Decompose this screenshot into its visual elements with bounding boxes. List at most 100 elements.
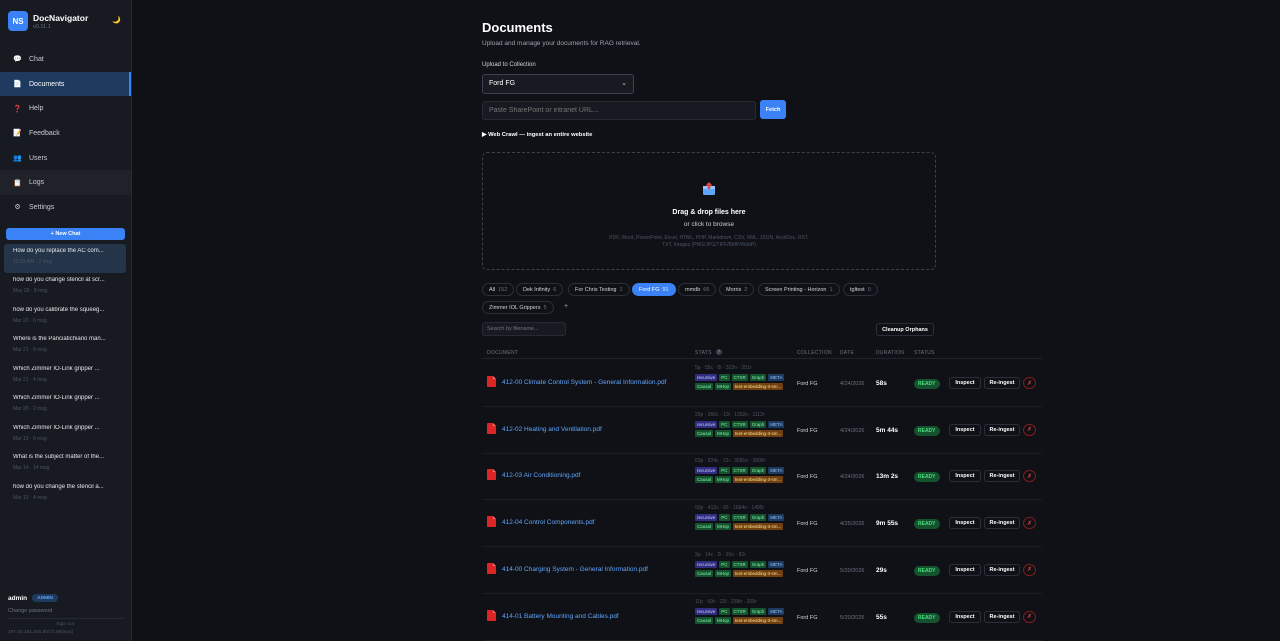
- inspect-button[interactable]: Inspect: [949, 563, 981, 576]
- filename-search-input[interactable]: [482, 322, 566, 336]
- reingest-button[interactable]: Re-ingest: [984, 423, 1020, 436]
- feature-badge: META: [768, 420, 785, 428]
- info-icon[interactable]: ?: [716, 349, 722, 355]
- feature-badge: MHop: [715, 383, 732, 390]
- document-name-link[interactable]: 414-00 Charging System - General Informa…: [502, 566, 648, 573]
- chat-history-item[interactable]: Which Zimmer IO-Link gripper ... Mar 21 ·…: [4, 362, 126, 392]
- new-chat-button[interactable]: + New Chat: [6, 227, 125, 240]
- feature-badge: PC: [719, 514, 730, 522]
- file-types-line-1: PDF, Word, PowerPoint, Excel, HTML, PHP,…: [609, 235, 809, 241]
- duration-cell: 9m 55s: [876, 520, 899, 528]
- moon-icon[interactable]: 🌙: [112, 16, 121, 24]
- reingest-button[interactable]: Re-ingest: [984, 377, 1020, 389]
- collection-select[interactable]: Ford FG ⌄: [482, 74, 634, 94]
- chat-history-item[interactable]: how do you change stencil at scr... May 2…: [4, 273, 126, 303]
- col-duration[interactable]: DURATION: [876, 350, 904, 356]
- inspect-button[interactable]: Inspect: [949, 377, 981, 389]
- chat-history-item[interactable]: What is the subject matter of the... Mar …: [4, 450, 126, 480]
- sidebar-item-label: Help: [29, 105, 44, 113]
- document-name-link[interactable]: 412-04 Control Components.pdf: [502, 519, 595, 526]
- sidebar-item-logs[interactable]: 📋 Logs: [0, 170, 131, 196]
- col-collection[interactable]: COLLECTION: [797, 350, 832, 356]
- logs-icon: 📋: [13, 179, 22, 187]
- document-stats: 63p · 824c · 21i · 3581n · 3508r recursi…: [695, 458, 785, 484]
- tab-dek-infinity[interactable]: Dek Infinity 6: [516, 283, 564, 296]
- cleanup-orphans-button[interactable]: Cleanup Orphans: [876, 323, 934, 336]
- status-badge: READY: [914, 379, 940, 389]
- chat-history-item[interactable]: how do you calibrate the squeeg... Mar 22…: [4, 303, 126, 333]
- tab-tgltest[interactable]: tgltest 0: [843, 283, 878, 296]
- feature-badge: PC: [719, 420, 730, 428]
- chat-history-item[interactable]: Where is the Panciatichiano man... Mar 21…: [4, 332, 126, 362]
- feature-badge: recursive: [695, 560, 718, 568]
- file-types-line-2: TXT, Images (PNG/JPG/TIFF/BMP/WebP): [662, 242, 756, 248]
- delete-icon[interactable]: ✗: [1023, 563, 1036, 576]
- delete-icon[interactable]: ✗: [1023, 517, 1036, 530]
- delete-icon[interactable]: ✗: [1023, 610, 1036, 623]
- delete-icon[interactable]: ✗: [1023, 470, 1036, 483]
- reingest-button[interactable]: Re-ingest: [984, 563, 1020, 576]
- collection-cell: Ford FG: [797, 427, 818, 434]
- feature-badge: text-embedding-3-sm...: [733, 429, 784, 437]
- feature-badge: recursive: [695, 514, 718, 522]
- sidebar-item-help[interactable]: ❓ Help: [0, 96, 131, 121]
- sidebar-nav: 💬 Chat 📄 Documents ❓ Help 📝 Feedback 👥 Users 📋 Logs…: [0, 47, 131, 220]
- document-name-link[interactable]: 414-01 Battery Mounting and Cables.pdf: [502, 613, 619, 620]
- col-date[interactable]: DATE: [840, 350, 854, 356]
- add-collection-button[interactable]: +: [564, 303, 568, 310]
- document-stats: 2p · 14c · 2i · 91n · 82r recursive PC CTX…: [695, 552, 785, 577]
- status-badge: READY: [914, 565, 940, 576]
- tab-morris[interactable]: Morris 2: [719, 283, 755, 296]
- chat-history-item[interactable]: Which Zimmer IO-Link gripper ... Mar 19 ·…: [4, 421, 126, 451]
- web-crawl-toggle[interactable]: ▶ Web Crawl — ingest an entire website: [482, 132, 592, 138]
- delete-icon[interactable]: ✗: [1023, 423, 1036, 436]
- feature-badge: text-embedding-3-sm...: [733, 476, 784, 484]
- chat-title: How do you replace the AC com...: [13, 247, 104, 254]
- stats-line: 5p · 55c · 5i · 322n · 251r: [695, 365, 752, 371]
- feature-badges: recursive PC CTXR Graph META Causal MHop text-e…: [695, 607, 785, 624]
- tab-ford-fg[interactable]: Ford FG 91: [632, 283, 676, 296]
- stats-line: 11p · 69c · 23i · 239n · 209r: [695, 598, 757, 605]
- feature-badge: MHop: [715, 476, 732, 484]
- inspect-button[interactable]: Inspect: [949, 470, 981, 483]
- chat-history-item[interactable]: Which Zimmer IO-Link gripper ... Mar 20 ·…: [4, 391, 126, 421]
- col-status[interactable]: STATUS: [914, 350, 935, 356]
- chat-history-item[interactable]: how do you change the stencil a... Mar 12…: [4, 480, 126, 510]
- tab-for-chris-testing[interactable]: For Chris Testing 1: [568, 283, 630, 296]
- tab-zimmer-iol-grippers[interactable]: Zimmer IOL Grippers 5: [482, 301, 554, 314]
- tab-screen-printing-horizon[interactable]: Screen Printing - Horizon 1: [758, 283, 840, 296]
- sign-out-link[interactable]: Sign out: [8, 622, 124, 627]
- chat-history-item[interactable]: How do you replace the AC com... 10:53 AM…: [4, 243, 126, 274]
- sidebar-item-settings[interactable]: ⚙ Settings: [0, 195, 131, 220]
- collection-cell: Ford FG: [797, 381, 818, 387]
- sidebar-item-documents[interactable]: 📄 Documents: [0, 71, 131, 97]
- fetch-button[interactable]: Fetch: [760, 100, 786, 119]
- document-name-link[interactable]: 412-02 Heating and Ventilation.pdf: [502, 426, 602, 433]
- inspect-button[interactable]: Inspect: [949, 423, 981, 436]
- sidebar-item-feedback[interactable]: 📝 Feedback: [0, 121, 131, 146]
- feature-badge: Causal: [695, 523, 714, 531]
- document-name-link[interactable]: 412-00 Climate Control System - General …: [502, 379, 666, 386]
- delete-icon[interactable]: ✗: [1023, 377, 1036, 389]
- pdf-file-icon: [487, 376, 496, 387]
- col-stats[interactable]: STATS: [695, 350, 712, 356]
- sidebar-item-users[interactable]: 👥 Users: [0, 146, 131, 171]
- feature-badge: CTXR: [731, 607, 748, 615]
- tab-count: 1: [829, 286, 833, 293]
- reingest-button[interactable]: Re-ingest: [984, 517, 1020, 530]
- url-input[interactable]: [482, 101, 756, 120]
- inspect-button[interactable]: Inspect: [949, 517, 981, 530]
- tab-all[interactable]: All 152: [482, 283, 515, 296]
- reingest-button[interactable]: Re-ingest: [984, 470, 1020, 483]
- table-row: 414-00 Charging System - General Informa…: [482, 547, 1042, 594]
- tab-mmdb[interactable]: mmdb 66: [678, 283, 717, 296]
- change-password-link[interactable]: Change password: [8, 608, 124, 614]
- document-name-link[interactable]: 412-03 Air Conditioning.pdf: [502, 472, 580, 479]
- inspect-button[interactable]: Inspect: [949, 610, 981, 623]
- chat-title: Which Zimmer IO-Link gripper ...: [13, 365, 100, 372]
- reingest-button[interactable]: Re-ingest: [984, 610, 1020, 623]
- file-dropzone[interactable]: Drag & drop files here or click to brows…: [482, 152, 936, 270]
- feature-badge: Graph: [749, 374, 767, 381]
- col-document[interactable]: DOCUMENT: [487, 350, 518, 356]
- sidebar-item-chat[interactable]: 💬 Chat: [0, 47, 131, 72]
